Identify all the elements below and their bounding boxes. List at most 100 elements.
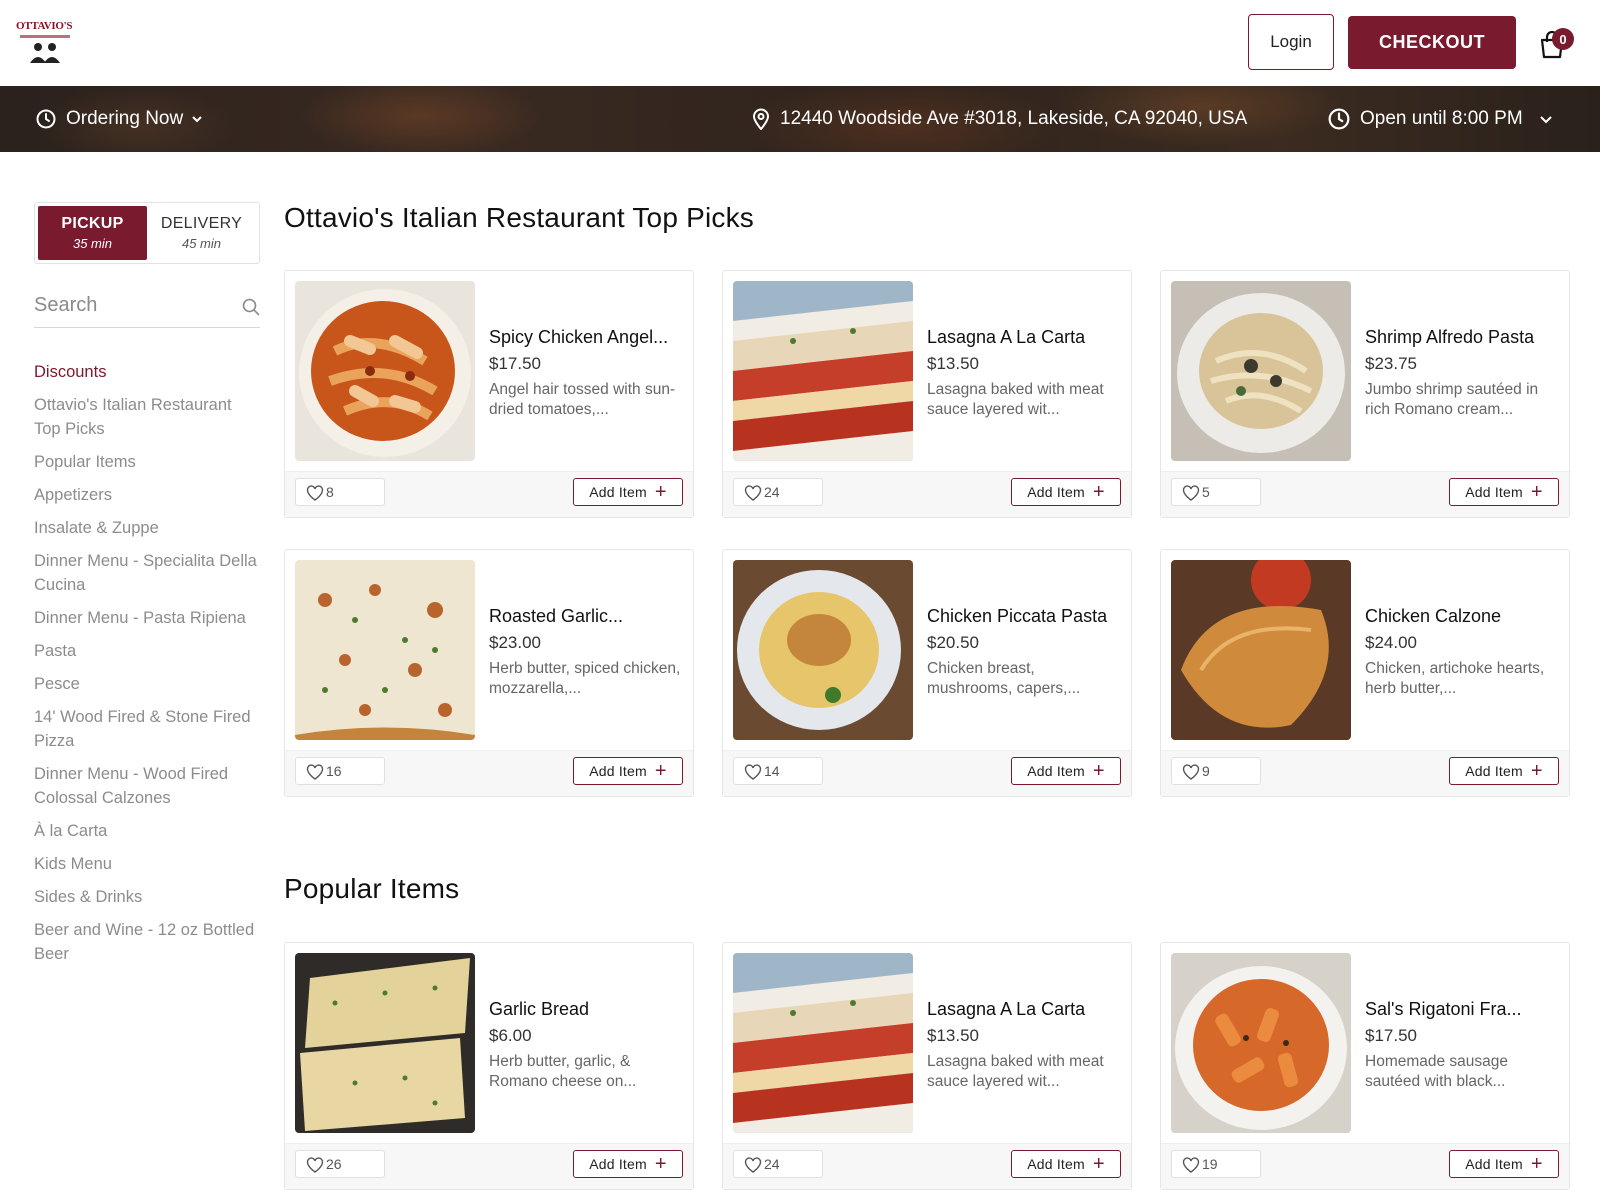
- add-item-button[interactable]: Add Item +: [1011, 1150, 1121, 1178]
- chevron-down-icon: [192, 116, 202, 123]
- search-input[interactable]: [34, 290, 224, 320]
- category-link[interactable]: Pasta: [34, 639, 260, 663]
- menu-item-footer: 9 Add Item +: [1161, 750, 1569, 796]
- category-link[interactable]: Kids Menu: [34, 852, 260, 876]
- like-button[interactable]: 16: [295, 757, 385, 785]
- menu-item-description: Jumbo shrimp sautéed in rich Romano crea…: [1365, 381, 1539, 418]
- category-link[interactable]: Sides & Drinks: [34, 885, 260, 909]
- menu-item-photo[interactable]: [295, 953, 475, 1133]
- menu-item-card[interactable]: Lasagna A La Carta $13.50 Lasagna baked …: [722, 942, 1132, 1190]
- menu-item-card[interactable]: Lasagna A La Carta $13.50 Lasagna baked …: [722, 270, 1132, 518]
- pickup-time: 35 min: [72, 236, 113, 251]
- menu-item-price: $24.00: [1365, 633, 1417, 652]
- like-button[interactable]: 26: [295, 1150, 385, 1178]
- add-item-button[interactable]: Add Item +: [1449, 757, 1559, 785]
- like-button[interactable]: 9: [1171, 757, 1261, 785]
- plus-icon: +: [1092, 1153, 1105, 1175]
- like-button[interactable]: 5: [1171, 478, 1261, 506]
- menu-item-name: Shrimp Alfredo Pasta: [1365, 327, 1535, 347]
- category-link[interactable]: Dinner Menu - Wood Fired Colossal Calzon…: [34, 762, 260, 810]
- like-button[interactable]: 14: [733, 757, 823, 785]
- add-item-button[interactable]: Add Item +: [573, 757, 683, 785]
- add-item-button[interactable]: Add Item +: [573, 1150, 683, 1178]
- heart-icon: [1182, 764, 1200, 780]
- add-item-button[interactable]: Add Item +: [1011, 478, 1121, 506]
- ordering-time-selector[interactable]: Ordering Now: [36, 86, 203, 152]
- menu-item-card[interactable]: Roasted Garlic... $23.00 Herb butter, sp…: [284, 549, 694, 797]
- category-link[interactable]: Insalate & Zuppe: [34, 516, 260, 540]
- add-item-label: Add Item: [1465, 1156, 1523, 1172]
- checkout-button[interactable]: CHECKOUT: [1348, 16, 1516, 69]
- plus-icon: +: [1530, 481, 1543, 503]
- menu-item-card[interactable]: Spicy Chicken Angel... $17.50 Angel hair…: [284, 270, 694, 518]
- menu-item-description: Chicken breast, mushrooms, capers,...: [927, 660, 1081, 697]
- menu-item-photo[interactable]: [295, 281, 475, 461]
- heart-icon: [744, 485, 762, 501]
- logo-text: OTTAVIO'S: [16, 20, 73, 32]
- login-button[interactable]: Login: [1248, 14, 1334, 70]
- menu-item-info: Roasted Garlic... $23.00 Herb butter, sp…: [489, 606, 685, 699]
- menu-item-card[interactable]: Chicken Piccata Pasta $20.50 Chicken bre…: [722, 549, 1132, 797]
- menu-item-photo[interactable]: [295, 560, 475, 740]
- hours-dropdown[interactable]: Open until 8:00 PM: [1328, 86, 1553, 152]
- menu-item-photo[interactable]: [1171, 953, 1351, 1133]
- add-item-label: Add Item: [1027, 763, 1085, 779]
- menu-item-photo[interactable]: [1171, 281, 1351, 461]
- category-link[interactable]: À la Carta: [34, 819, 260, 843]
- menu-item-photo[interactable]: [733, 953, 913, 1133]
- category-link[interactable]: Beer and Wine - 12 oz Bottled Beer: [34, 918, 260, 966]
- like-button[interactable]: 8: [295, 478, 385, 506]
- delivery-time: 45 min: [181, 236, 222, 251]
- category-link[interactable]: Pesce: [34, 672, 260, 696]
- menu-item-price: $6.00: [489, 1026, 532, 1045]
- like-button[interactable]: 24: [733, 1150, 823, 1178]
- delivery-option[interactable]: DELIVERY 45 min: [147, 206, 256, 260]
- add-item-button[interactable]: Add Item +: [573, 478, 683, 506]
- category-link[interactable]: Popular Items: [34, 450, 260, 474]
- category-link[interactable]: Dinner Menu - Pasta Ripiena: [34, 606, 260, 630]
- menu-search: [34, 286, 260, 328]
- order-mode-toggle: PICKUP 35 min DELIVERY 45 min: [34, 202, 260, 264]
- category-link[interactable]: Dinner Menu - Specialita Della Cucina: [34, 549, 260, 597]
- heart-icon: [306, 485, 324, 501]
- menu-item-price: $13.50: [927, 1026, 979, 1045]
- menu-item-info: Lasagna A La Carta $13.50 Lasagna baked …: [927, 327, 1123, 420]
- menu-item-footer: 24 Add Item +: [723, 471, 1131, 517]
- menu-item-photo[interactable]: [733, 281, 913, 461]
- ordering-label: Ordering Now: [66, 108, 184, 129]
- menu-item-card[interactable]: Shrimp Alfredo Pasta $23.75 Jumbo shrimp…: [1160, 270, 1570, 518]
- menu-item-card[interactable]: Garlic Bread $6.00 Herb butter, garlic, …: [284, 942, 694, 1190]
- info-banner: Ordering Now 12440 Woodside Ave #3018, L…: [0, 86, 1600, 152]
- like-button[interactable]: 24: [733, 478, 823, 506]
- location-pin-icon: [752, 108, 770, 130]
- category-nav: Discounts Ottavio's Italian Restaurant To…: [34, 360, 260, 975]
- menu-item-description: Homemade sausage sautéed with black...: [1365, 1053, 1509, 1090]
- add-item-label: Add Item: [589, 1156, 647, 1172]
- like-button[interactable]: 19: [1171, 1150, 1261, 1178]
- category-link[interactable]: Discounts: [34, 360, 260, 384]
- add-item-button[interactable]: Add Item +: [1449, 1150, 1559, 1178]
- hours-text: Open until 8:00 PM: [1360, 108, 1523, 129]
- menu-item-photo[interactable]: [1171, 560, 1351, 740]
- menu-item-card[interactable]: Chicken Calzone $24.00 Chicken, artichok…: [1160, 549, 1570, 797]
- heart-icon: [1182, 485, 1200, 501]
- menu-item-card[interactable]: Sal's Rigatoni Fra... $17.50 Homemade sa…: [1160, 942, 1570, 1190]
- menu-item-info: Chicken Piccata Pasta $20.50 Chicken bre…: [927, 606, 1123, 699]
- category-link[interactable]: Appetizers: [34, 483, 260, 507]
- menu-item-description: Lasagna baked with meat sauce layered wi…: [927, 381, 1104, 418]
- menu-item-name: Lasagna A La Carta: [927, 999, 1086, 1019]
- delivery-label: DELIVERY: [160, 215, 243, 232]
- menu-item-photo[interactable]: [733, 560, 913, 740]
- like-count: 14: [764, 763, 780, 779]
- pickup-option[interactable]: PICKUP 35 min: [38, 206, 147, 260]
- category-link[interactable]: 14' Wood Fired & Stone Fired Pizza: [34, 705, 260, 753]
- like-count: 9: [1202, 763, 1210, 779]
- category-link[interactable]: Ottavio's Italian Restaurant Top Picks: [34, 393, 260, 441]
- menu-item-description: Chicken, artichoke hearts, herb butter,.…: [1365, 660, 1545, 697]
- like-count: 24: [764, 484, 780, 500]
- add-item-button[interactable]: Add Item +: [1449, 478, 1559, 506]
- restaurant-logo[interactable]: OTTAVIO'S: [16, 20, 74, 64]
- add-item-button[interactable]: Add Item +: [1011, 757, 1121, 785]
- search-icon[interactable]: [242, 298, 260, 316]
- add-item-label: Add Item: [1027, 1156, 1085, 1172]
